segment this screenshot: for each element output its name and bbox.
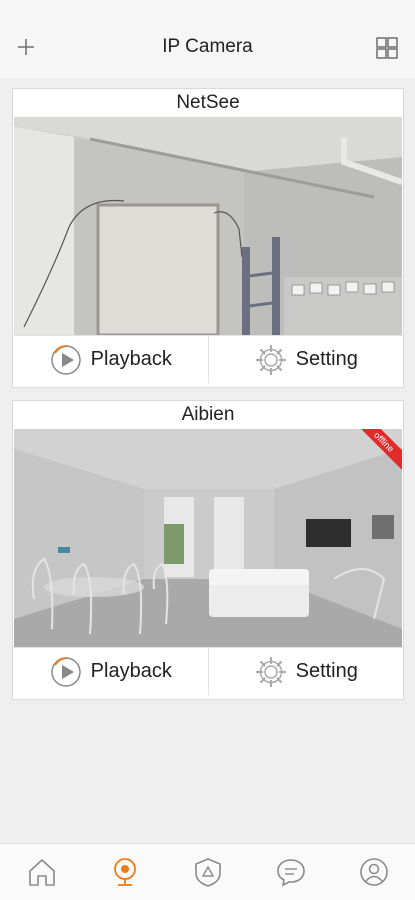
camera-feed-image xyxy=(14,429,402,647)
playback-button[interactable]: Playback xyxy=(13,648,208,695)
setting-label: Setting xyxy=(295,348,358,370)
camera-card: Aibien offline Playback Setting xyxy=(12,400,404,700)
camera-icon xyxy=(113,858,136,886)
page-title: IP Camera xyxy=(162,36,253,57)
bottom-nav xyxy=(0,843,415,900)
camera-name: NetSee xyxy=(176,92,240,113)
home-icon xyxy=(28,859,55,886)
gear-icon xyxy=(255,656,286,687)
playback-icon xyxy=(50,656,81,687)
nav-profile[interactable] xyxy=(354,852,394,892)
camera-feed-image xyxy=(14,117,402,335)
profile-icon xyxy=(359,858,388,886)
nav-security[interactable] xyxy=(188,852,228,892)
shield-icon xyxy=(194,858,221,887)
chat-icon xyxy=(276,859,305,887)
playback-label: Playback xyxy=(90,348,172,370)
setting-button[interactable]: Setting xyxy=(207,648,404,695)
camera-feed[interactable] xyxy=(14,117,402,335)
status-bar xyxy=(0,0,415,26)
gear-icon xyxy=(255,344,286,375)
nav-messages[interactable] xyxy=(271,852,311,892)
app-header: IP Camera xyxy=(0,0,415,78)
layout-grid-button[interactable] xyxy=(375,36,399,60)
nav-home[interactable] xyxy=(22,852,62,892)
playback-icon xyxy=(50,344,81,375)
nav-camera[interactable] xyxy=(105,852,145,892)
setting-button[interactable]: Setting xyxy=(207,336,404,383)
camera-name: Aibien xyxy=(181,404,235,425)
camera-card: NetSee Playback Setting xyxy=(12,88,404,388)
camera-feed[interactable]: offline xyxy=(14,429,402,647)
playback-label: Playback xyxy=(90,660,172,682)
playback-button[interactable]: Playback xyxy=(13,336,208,383)
grid-icon xyxy=(376,37,398,59)
setting-label: Setting xyxy=(295,660,358,682)
